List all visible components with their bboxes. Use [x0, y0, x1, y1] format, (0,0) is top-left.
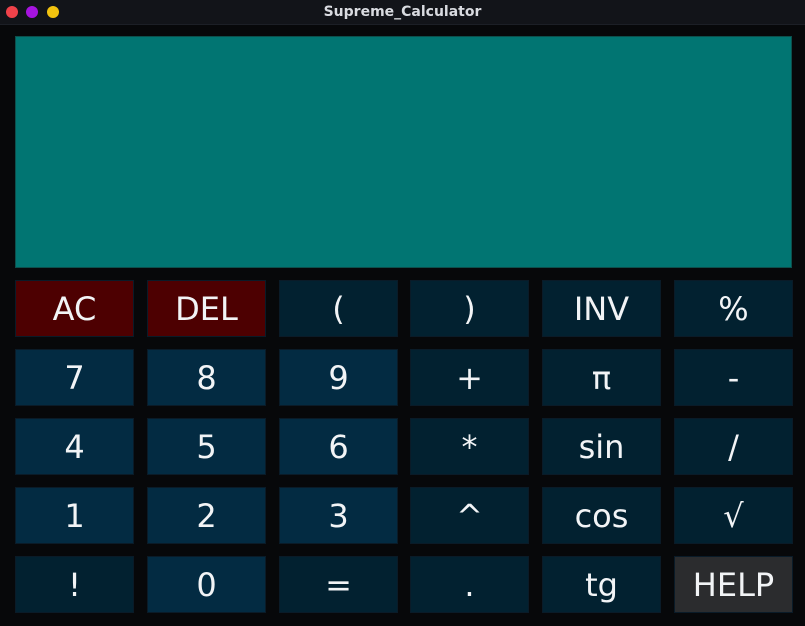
digit-6-button[interactable]: 6	[279, 418, 398, 475]
plus-button-label: +	[456, 358, 483, 397]
digit-9-button-label: 9	[328, 358, 349, 397]
sqrt-button-label: √	[723, 496, 744, 535]
power-button[interactable]: ^	[410, 487, 529, 544]
multiply-button-label: *	[461, 427, 478, 466]
digit-5-button[interactable]: 5	[147, 418, 266, 475]
tangent-button-label: tg	[585, 565, 618, 604]
open-paren-button-label: (	[332, 289, 345, 328]
digit-7-button-label: 7	[64, 358, 85, 397]
plus-button[interactable]: +	[410, 349, 529, 406]
sqrt-button[interactable]: √	[674, 487, 793, 544]
digit-2-button[interactable]: 2	[147, 487, 266, 544]
digit-3-button-label: 3	[328, 496, 349, 535]
inverse-button-label: INV	[573, 289, 630, 328]
sin-button[interactable]: sin	[542, 418, 661, 475]
cos-button-label: cos	[574, 496, 629, 535]
digit-7-button[interactable]: 7	[15, 349, 134, 406]
minus-button[interactable]: -	[674, 349, 793, 406]
calculator-display	[15, 36, 792, 268]
clear-all-button[interactable]: AC	[15, 280, 134, 337]
factorial-button[interactable]: !	[15, 556, 134, 613]
open-paren-button[interactable]: (	[279, 280, 398, 337]
delete-button-label: DEL	[175, 289, 238, 328]
digit-0-button-label: 0	[196, 565, 217, 604]
multiply-button[interactable]: *	[410, 418, 529, 475]
digit-2-button-label: 2	[196, 496, 217, 535]
cos-button[interactable]: cos	[542, 487, 661, 544]
digit-1-button-label: 1	[64, 496, 85, 535]
title-bar: Supreme_Calculator	[0, 0, 805, 25]
digit-4-button-label: 4	[64, 427, 85, 466]
decimal-point-button-label: .	[464, 565, 475, 604]
decimal-point-button[interactable]: .	[410, 556, 529, 613]
close-paren-button[interactable]: )	[410, 280, 529, 337]
close-paren-button-label: )	[463, 289, 476, 328]
calculator-window: Supreme_Calculator AC DEL () INV% 7 8 9 + π - 4 5 6 *…	[0, 0, 805, 626]
digit-6-button-label: 6	[328, 427, 349, 466]
digit-8-button[interactable]: 8	[147, 349, 266, 406]
help-button-label: HELP	[692, 565, 775, 604]
delete-button[interactable]: DEL	[147, 280, 266, 337]
power-button-label: ^	[456, 496, 483, 535]
digit-4-button[interactable]: 4	[15, 418, 134, 475]
sin-button-label: sin	[578, 427, 625, 466]
digit-9-button[interactable]: 9	[279, 349, 398, 406]
equals-button[interactable]: =	[279, 556, 398, 613]
factorial-button-label: !	[68, 565, 81, 604]
pi-button[interactable]: π	[542, 349, 661, 406]
clear-all-button-label: AC	[52, 289, 97, 328]
percent-button[interactable]: %	[674, 280, 793, 337]
window-title: Supreme_Calculator	[323, 4, 482, 20]
inverse-button[interactable]: INV	[542, 280, 661, 337]
digit-0-button[interactable]: 0	[147, 556, 266, 613]
minus-button-label: -	[727, 358, 740, 397]
pi-button-label: π	[591, 358, 612, 397]
digit-1-button[interactable]: 1	[15, 487, 134, 544]
digit-5-button-label: 5	[196, 427, 217, 466]
equals-button-label: =	[325, 565, 352, 604]
divide-button-label: /	[728, 427, 739, 466]
tangent-button[interactable]: tg	[542, 556, 661, 613]
percent-button-label: %	[718, 289, 749, 328]
digit-8-button-label: 8	[196, 358, 217, 397]
divide-button[interactable]: /	[674, 418, 793, 475]
digit-3-button[interactable]: 3	[279, 487, 398, 544]
help-button[interactable]: HELP	[674, 556, 793, 613]
